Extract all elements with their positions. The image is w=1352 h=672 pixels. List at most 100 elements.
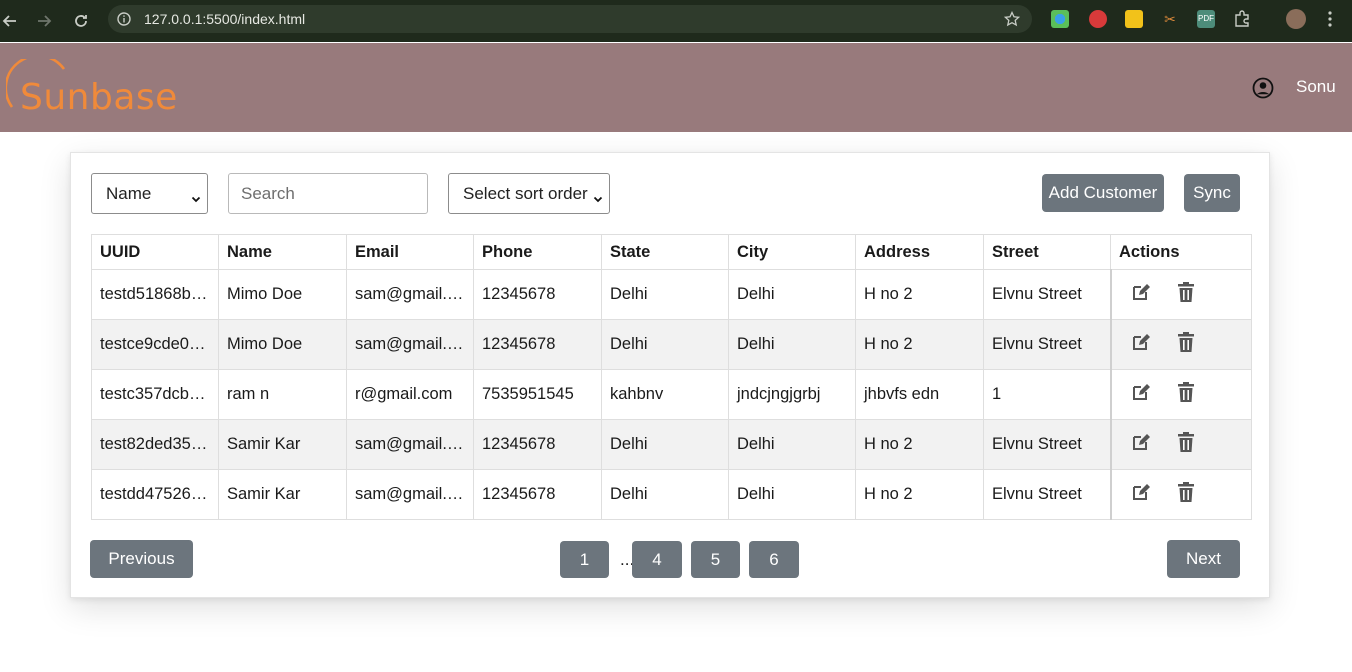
cell-name: ram n	[218, 369, 347, 420]
filter-field-select[interactable]: Name	[91, 173, 208, 214]
cell-state: kahbnv	[601, 369, 729, 420]
cell-phone: 12345678	[473, 419, 602, 470]
cell-address: H no 2	[855, 419, 984, 470]
cell-state: Delhi	[601, 319, 729, 370]
forward-icon[interactable]	[32, 9, 56, 33]
cell-street: Elvnu Street	[983, 419, 1111, 470]
chevron-down-icon	[593, 189, 603, 209]
row-actions	[1109, 369, 1252, 420]
cell-street: Elvnu Street	[983, 469, 1111, 520]
cell-email: sam@gmail.…	[346, 269, 474, 320]
column-header-address: Address	[855, 234, 984, 270]
page-button-5[interactable]: 5	[691, 541, 740, 578]
cell-email: sam@gmail.…	[346, 319, 474, 370]
table-row: testce9cde0… Mimo Doe sam@gmail.… 12345678 D…	[91, 319, 1252, 370]
column-header-email: Email	[346, 234, 474, 270]
cell-uuid: test82ded35…	[91, 419, 219, 470]
address-bar[interactable]: 127.0.0.1:5500/index.html	[108, 5, 1032, 33]
app-header: Sunbase Sonu	[0, 43, 1352, 132]
cell-street: 1	[983, 369, 1111, 420]
column-header-state: State	[601, 234, 729, 270]
extension-yellow-icon[interactable]	[1125, 10, 1143, 28]
table-row: testc357dcbf… ram n r@gmail.com 7535951545 k…	[91, 369, 1252, 420]
chevron-down-icon	[191, 189, 201, 209]
sync-button[interactable]: Sync	[1184, 174, 1240, 212]
browser-toolbar: 127.0.0.1:5500/index.html ✂ PDF	[0, 0, 1352, 42]
customer-table: UUID Name Email Phone State City Address…	[91, 234, 1252, 520]
cell-uuid: testdd47526…	[91, 469, 219, 520]
sort-order-select[interactable]: Select sort order	[448, 173, 610, 214]
brand-logo[interactable]: Sunbase	[6, 57, 177, 118]
reload-icon[interactable]	[69, 9, 93, 33]
brand-name: Sunbase	[20, 77, 178, 118]
cell-state: Delhi	[601, 269, 729, 320]
cell-street: Elvnu Street	[983, 269, 1111, 320]
edit-icon[interactable]	[1130, 481, 1152, 508]
column-header-city: City	[728, 234, 856, 270]
browser-menu-icon[interactable]	[1325, 10, 1335, 28]
row-actions	[1109, 319, 1252, 370]
next-page-button[interactable]: Next	[1167, 540, 1240, 578]
site-info-icon[interactable]	[117, 12, 131, 31]
cell-address: H no 2	[855, 269, 984, 320]
cell-uuid: testc357dcbf…	[91, 369, 219, 420]
edit-icon[interactable]	[1130, 381, 1152, 408]
cell-state: Delhi	[601, 469, 729, 520]
trash-icon[interactable]	[1176, 381, 1196, 408]
cell-phone: 12345678	[473, 269, 602, 320]
extension-pdf-icon[interactable]: PDF	[1197, 10, 1215, 28]
cell-city: Delhi	[728, 419, 856, 470]
extensions-puzzle-icon[interactable]	[1233, 10, 1251, 28]
column-header-uuid: UUID	[91, 234, 219, 270]
cell-city: Delhi	[728, 469, 856, 520]
edit-icon[interactable]	[1130, 331, 1152, 358]
column-header-name: Name	[218, 234, 347, 270]
cell-uuid: testce9cde0…	[91, 319, 219, 370]
cell-city: Delhi	[728, 319, 856, 370]
cell-name: Mimo Doe	[218, 319, 347, 370]
profile-avatar-icon[interactable]	[1286, 9, 1306, 29]
trash-icon[interactable]	[1176, 431, 1196, 458]
cell-name: Samir Kar	[218, 469, 347, 520]
search-input[interactable]: Search	[228, 173, 428, 214]
trash-icon[interactable]	[1176, 481, 1196, 508]
cell-email: sam@gmail.…	[346, 419, 474, 470]
previous-page-button[interactable]: Previous	[90, 540, 193, 578]
bookmark-star-icon[interactable]	[1003, 10, 1021, 32]
extension-scissors-icon[interactable]: ✂	[1161, 10, 1179, 28]
page-button-6[interactable]: 6	[749, 541, 799, 578]
cell-phone: 12345678	[473, 319, 602, 370]
edit-icon[interactable]	[1130, 431, 1152, 458]
trash-icon[interactable]	[1176, 281, 1196, 308]
page-button-4[interactable]: 4	[632, 541, 682, 578]
page-button-1[interactable]: 1	[560, 541, 609, 578]
table-row: testdd47526… Samir Kar sam@gmail.… 12345678…	[91, 469, 1252, 520]
cell-address: H no 2	[855, 319, 984, 370]
cell-email: r@gmail.com	[346, 369, 474, 420]
user-name[interactable]: Sonu	[1296, 77, 1336, 97]
back-icon[interactable]	[0, 9, 22, 33]
customer-list-card: Name Search Select sort order Add Custom…	[70, 152, 1270, 598]
row-actions	[1109, 269, 1252, 320]
column-header-phone: Phone	[473, 234, 602, 270]
column-header-street: Street	[983, 234, 1111, 270]
table-row: test82ded35… Samir Kar sam@gmail.… 12345678…	[91, 419, 1252, 470]
filter-field-value: Name	[106, 183, 152, 203]
table-header-row: UUID Name Email Phone State City Address…	[91, 234, 1252, 270]
trash-icon[interactable]	[1176, 331, 1196, 358]
user-account-icon[interactable]	[1252, 77, 1274, 104]
cell-name: Samir Kar	[218, 419, 347, 470]
add-customer-button[interactable]: Add Customer	[1042, 174, 1164, 212]
cell-street: Elvnu Street	[983, 319, 1111, 370]
cell-uuid: testd51868b…	[91, 269, 219, 320]
row-actions	[1109, 469, 1252, 520]
cell-email: sam@gmail.…	[346, 469, 474, 520]
row-actions	[1109, 419, 1252, 470]
sort-order-value: Select sort order	[463, 183, 588, 203]
cell-name: Mimo Doe	[218, 269, 347, 320]
extension-globe-icon[interactable]	[1051, 10, 1069, 28]
url-text: 127.0.0.1:5500/index.html	[144, 11, 306, 27]
cell-city: Delhi	[728, 269, 856, 320]
edit-icon[interactable]	[1130, 281, 1152, 308]
extension-hand-icon[interactable]	[1089, 10, 1107, 28]
